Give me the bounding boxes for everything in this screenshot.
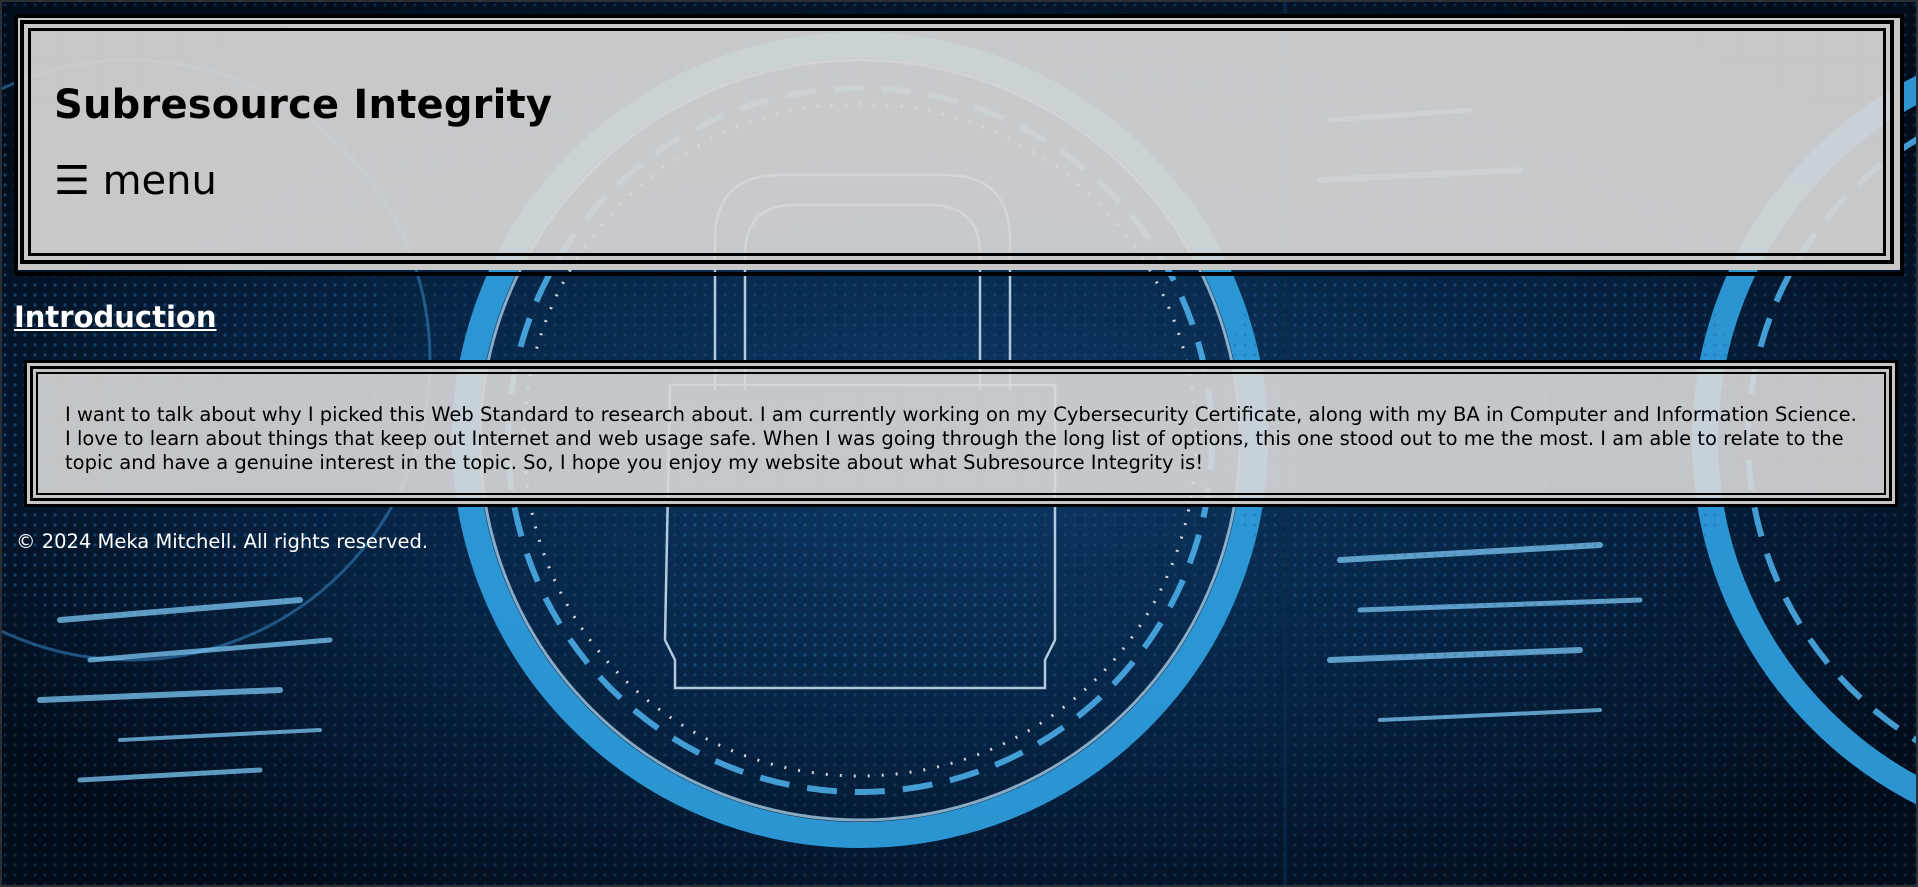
header-outer-border: [14, 14, 1904, 276]
section-heading-introduction: Introduction: [14, 300, 217, 334]
site-footer: © 2024 Meka Mitchell. All rights reserve…: [16, 530, 429, 553]
intro-outer-border: [24, 360, 1898, 507]
